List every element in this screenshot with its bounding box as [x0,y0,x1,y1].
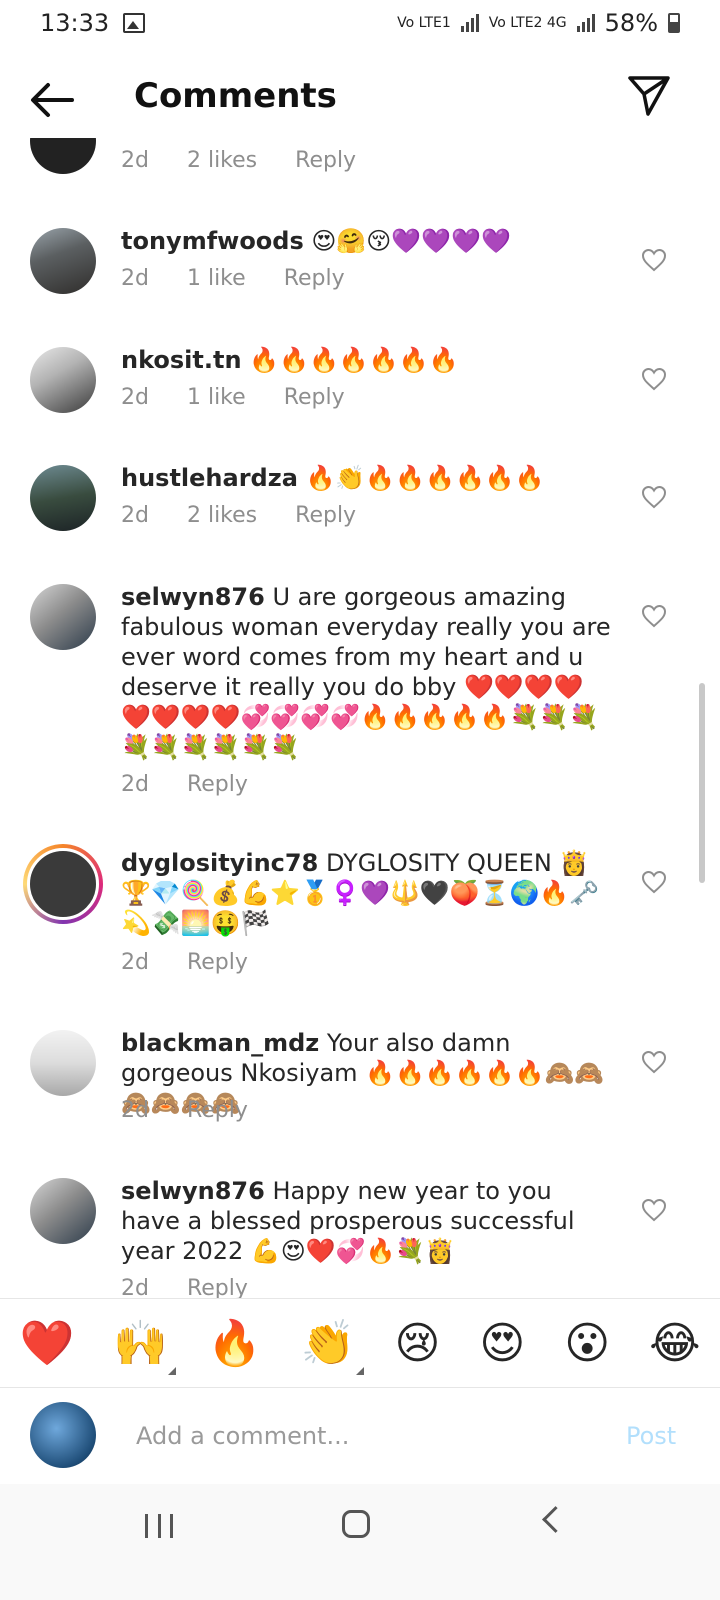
comment-meta: 2d 1 like Reply [121,385,345,410]
comment-text: selwyn876 U are gorgeous amazing fabulou… [121,582,611,762]
heart-icon[interactable] [641,870,667,894]
signal-icon-2 [576,14,595,32]
status-bar: 13:33 Vo LTE1 Vo LTE2 4G 58% [0,0,720,46]
comment-time: 2d [121,1276,149,1298]
status-right: Vo LTE1 Vo LTE2 4G 58% [397,9,680,37]
reply-button[interactable]: Reply [187,1276,248,1298]
comment-text: dyglosityinc78 DYGLOSITY QUEEN 👸🏆💎🍭💰💪⭐🥇♀… [121,848,611,938]
status-left: 13:33 [40,9,146,37]
comment-meta: 2d Reply [121,1098,248,1123]
avatar [27,848,99,920]
skin-tone-indicator [168,1367,177,1375]
comment-username[interactable]: tonymfwoods [121,227,304,255]
reply-button[interactable]: Reply [295,148,356,173]
post-button[interactable]: Post [626,1422,676,1450]
reaction-heart[interactable]: ❤️ [19,1317,74,1369]
heart-icon[interactable] [641,248,667,272]
comment-likes[interactable]: 2 likes [187,148,257,173]
avatar[interactable] [30,1030,96,1096]
paper-plane-icon[interactable] [626,74,672,118]
comment-time: 2d [121,148,149,173]
comment-meta: 2d Reply [121,950,248,975]
reply-button[interactable]: Reply [284,385,345,410]
reply-button[interactable]: Reply [295,503,356,528]
comment-time: 2d [121,503,149,528]
comment-text: tonymfwoods 😍🤗😚💜💜💜💜 [121,226,611,256]
reaction-laughing[interactable]: 😂 [649,1318,700,1369]
comment-time: 2d [121,266,149,291]
comment-username[interactable]: selwyn876 [121,1177,265,1205]
reaction-clap[interactable]: 👏 [300,1317,364,1375]
page-title: Comments [134,76,337,116]
comment-username[interactable]: dyglosityinc78 [121,849,318,877]
reply-button[interactable]: Reply [187,950,248,975]
comment-input[interactable] [134,1418,598,1454]
avatar[interactable] [30,465,96,531]
battery-icon [668,13,680,33]
avatar[interactable] [30,347,96,413]
avatar[interactable] [30,138,96,174]
heart-icon[interactable] [641,1050,667,1074]
header: Comments [0,58,720,138]
comment-time: 2d [121,772,149,797]
recent-apps-icon[interactable] [145,1514,173,1538]
reaction-clap-emoji: 👏 [300,1318,356,1369]
reaction-crying[interactable]: 😢 [395,1318,441,1369]
home-icon[interactable] [342,1510,370,1538]
reply-button[interactable]: Reply [284,266,345,291]
comment-meta: 2d 1 like Reply [121,266,345,291]
comment-username[interactable]: selwyn876 [121,583,265,611]
heart-icon[interactable] [641,367,667,391]
reaction-heart-eyes[interactable]: 😍 [479,1318,525,1369]
network-label-2: Vo LTE2 4G [488,15,567,31]
comment-username[interactable]: hustlehardza [121,464,298,492]
comment-input-row: Post [0,1388,720,1484]
comment-time: 2d [121,1098,149,1123]
comment-body: 😍🤗😚💜💜💜💜 [311,227,511,255]
scrollbar[interactable] [699,683,705,883]
reaction-surprised[interactable]: 😮 [564,1318,610,1369]
skin-tone-indicator [355,1367,364,1375]
gallery-icon [123,13,146,33]
avatar-story-ring[interactable] [23,844,103,924]
comment-body: 🔥👏🔥🔥🔥🔥🔥🔥 [305,464,545,492]
comment-text: nkosit.tn 🔥🔥🔥🔥🔥🔥🔥 [121,345,611,375]
comment-likes[interactable]: 1 like [187,385,246,410]
network-label-1: Vo LTE1 [397,15,451,31]
reply-button[interactable]: Reply [187,1098,248,1123]
avatar[interactable] [30,228,96,294]
comment-likes[interactable]: 1 like [187,266,246,291]
comment-username[interactable]: blackman_mdz [121,1029,319,1057]
reply-button[interactable]: Reply [187,772,248,797]
emoji-reaction-bar: ❤️ 🙌 🔥 👏 😢 😍 😮 😂 [0,1298,720,1388]
reaction-raised-hands-emoji: 🙌 [113,1318,169,1369]
reaction-raised-hands[interactable]: 🙌 [113,1317,177,1375]
avatar[interactable] [30,1178,96,1244]
reaction-fire[interactable]: 🔥 [207,1317,262,1369]
heart-icon[interactable] [641,485,667,509]
my-avatar [30,1402,96,1468]
heart-icon[interactable] [641,604,667,628]
arrow-left-icon[interactable] [28,80,76,120]
comment-time: 2d [121,950,149,975]
comment-text: selwyn876 Happy new year to you have a b… [121,1176,611,1266]
comment-meta: 2d Reply [121,1276,248,1298]
avatar[interactable] [30,584,96,650]
comment-time: 2d [121,385,149,410]
comment-body: 🔥🔥🔥🔥🔥🔥🔥 [249,346,459,374]
comments-list[interactable]: 2d 2 likes Reply tonymfwoods 😍🤗😚💜💜💜💜 2d … [0,138,720,1298]
comment-likes[interactable]: 2 likes [187,503,257,528]
comment-username[interactable]: nkosit.tn [121,346,242,374]
heart-icon[interactable] [641,1198,667,1222]
battery-percent: 58% [604,9,658,37]
comment-meta: 2d 2 likes Reply [121,503,356,528]
comment-meta: 2d Reply [121,772,248,797]
comment-text: hustlehardza 🔥👏🔥🔥🔥🔥🔥🔥 [121,463,611,493]
system-nav-bar [0,1484,720,1600]
comment-meta: 2d 2 likes Reply [121,148,356,173]
nav-back-icon[interactable] [542,1506,569,1533]
signal-icon [460,14,479,32]
status-time: 13:33 [40,9,110,37]
